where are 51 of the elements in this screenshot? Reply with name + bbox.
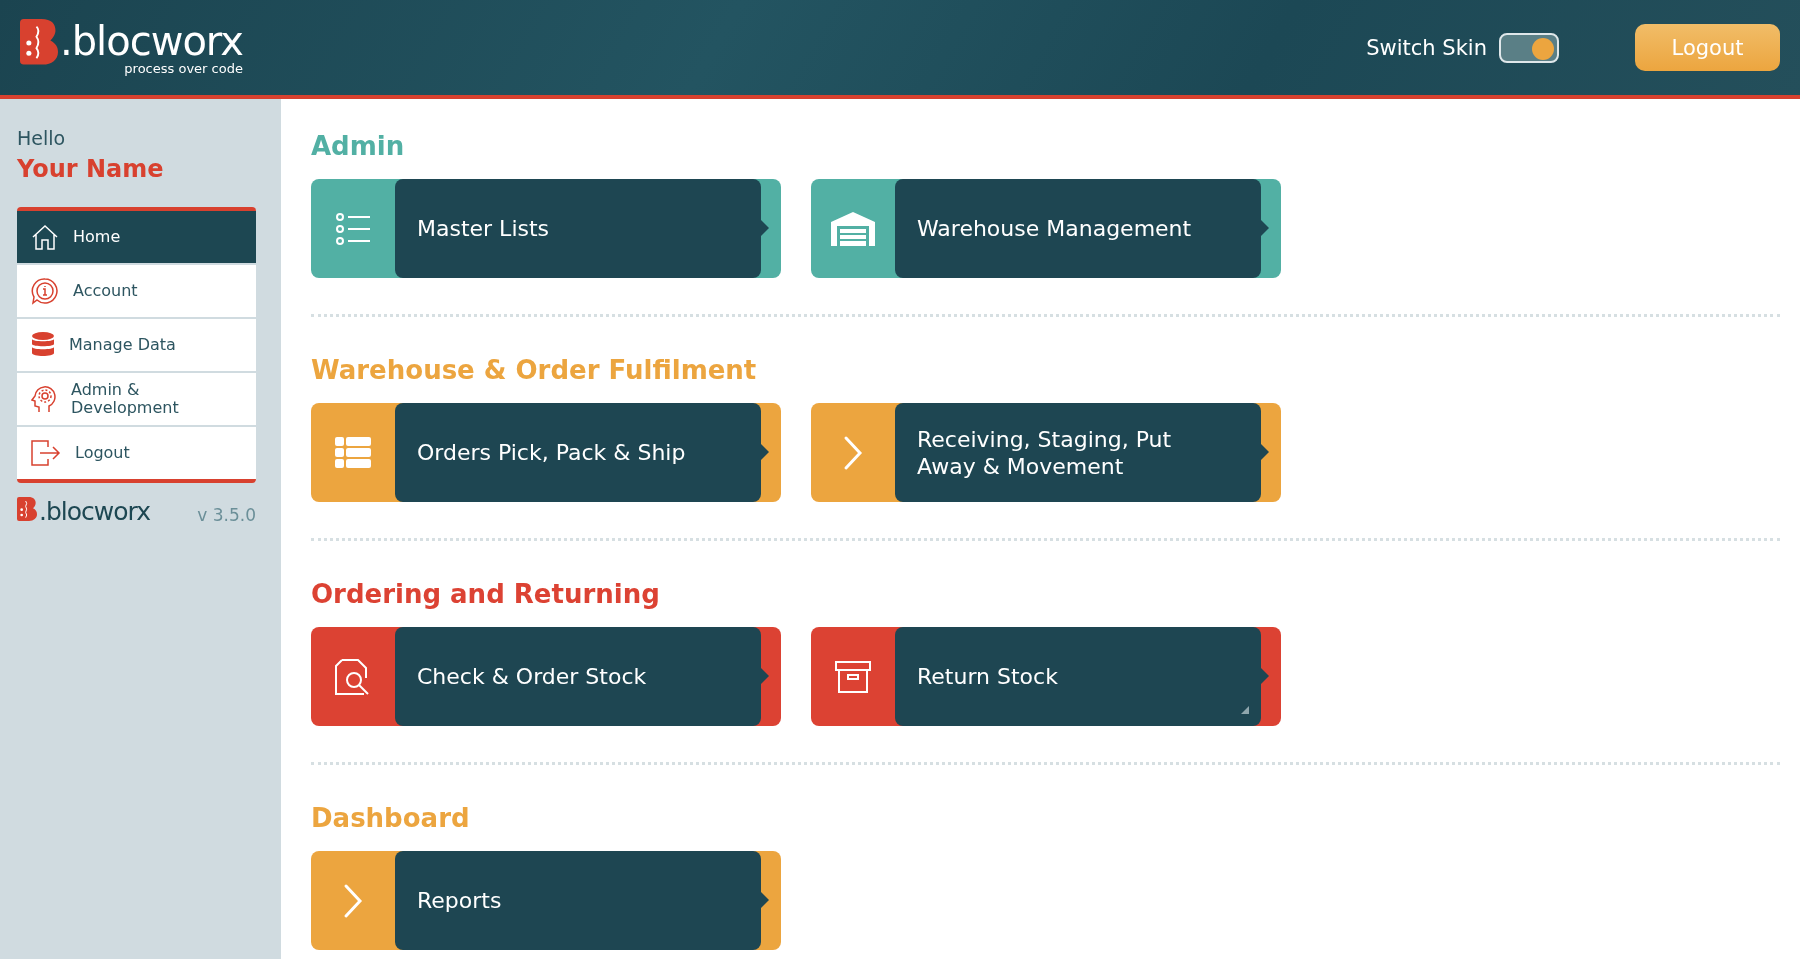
- section-title: Dashboard: [311, 803, 471, 833]
- module-tile[interactable]: Warehouse Management: [811, 179, 1281, 278]
- notch-icon: [1261, 220, 1269, 236]
- table-icon: [335, 436, 371, 469]
- greeting: Hello: [17, 127, 67, 149]
- logo-icon: [20, 19, 58, 65]
- tile-label: Master Lists: [417, 215, 550, 242]
- module-tile[interactable]: Master Lists: [311, 179, 781, 278]
- module-tile[interactable]: Receiving, Staging, Put Away & Movement: [811, 403, 1281, 502]
- notch-icon: [761, 892, 769, 908]
- skin-toggle[interactable]: [1499, 32, 1559, 63]
- nav-item[interactable]: Admin & Development: [17, 373, 256, 425]
- list-icon: [335, 211, 371, 246]
- module-tile[interactable]: Return Stock: [811, 627, 1281, 726]
- notch-icon: [761, 668, 769, 684]
- warehouse-icon: [831, 211, 875, 246]
- notch-icon: [1261, 444, 1269, 460]
- tile-label: Return Stock: [917, 663, 1058, 690]
- logo-tagline: process over code: [124, 61, 243, 76]
- logo-wordmark: .blocworx: [39, 497, 150, 526]
- nav-item[interactable]: Logout: [17, 427, 256, 479]
- section-title: Admin: [311, 131, 406, 161]
- tile-label: Orders Pick, Pack & Ship: [417, 439, 686, 466]
- notch-icon: [761, 444, 769, 460]
- tile-label: Reports: [417, 887, 502, 914]
- tile-label: Warehouse Management: [917, 215, 1192, 242]
- home-icon: [31, 224, 59, 250]
- exit-icon: [31, 440, 61, 466]
- info-bubble-icon: [31, 277, 59, 305]
- section-title: Ordering and Returning: [311, 579, 661, 609]
- head-gear-icon: [31, 385, 57, 413]
- nav-item[interactable]: Account: [17, 265, 256, 317]
- module-tile[interactable]: Reports: [311, 851, 781, 950]
- logo-icon: [17, 497, 37, 521]
- chevron-right-icon: [343, 882, 363, 919]
- notch-icon: [1261, 668, 1269, 684]
- section-title: Warehouse & Order Fulfilment: [311, 355, 758, 385]
- user-name: Your Name: [17, 155, 165, 183]
- nav-item[interactable]: Manage Data: [17, 319, 256, 371]
- notch-icon: [761, 220, 769, 236]
- tile-label: Receiving, Staging, Put Away & Movement: [917, 425, 1173, 480]
- tile-label: Check & Order Stock: [417, 663, 647, 690]
- nav-item[interactable]: Home: [17, 211, 256, 263]
- module-tile[interactable]: Orders Pick, Pack & Ship: [311, 403, 781, 502]
- module-tile[interactable]: Check & Order Stock: [311, 627, 781, 726]
- database-icon: [31, 332, 55, 358]
- logo-wordmark: .blocworx: [60, 19, 243, 63]
- archive-box-icon: [835, 660, 871, 693]
- switch-label: Switch Skin: [1366, 35, 1487, 60]
- chevron-right-icon: [843, 434, 863, 471]
- version-label: v 3.5.0: [197, 504, 256, 525]
